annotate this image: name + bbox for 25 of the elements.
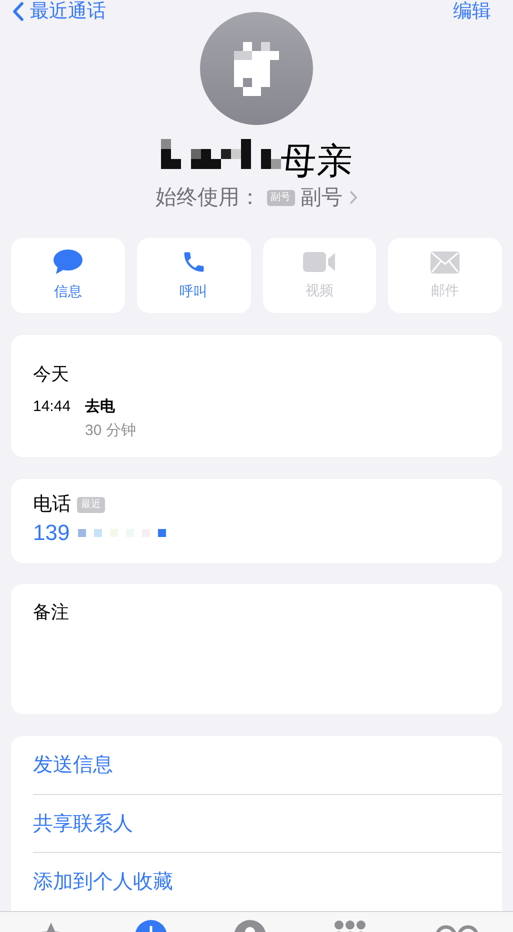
action-button[interactable]: 呼叫	[136, 238, 250, 313]
date-heading: 今天	[33, 365, 70, 383]
video-camera-icon	[302, 250, 336, 274]
back-button[interactable]: 最近通话	[12, 2, 106, 20]
line-badge: 副号	[266, 190, 294, 206]
chevron-right-icon	[348, 190, 358, 205]
call-type: 去电	[85, 399, 116, 414]
call-duration: 30 分钟	[85, 423, 136, 438]
default-line-label: 始终使用：	[156, 187, 260, 208]
edit-button[interactable]: 编辑	[453, 2, 501, 20]
speech-bubble-icon	[52, 249, 83, 275]
call-time: 14:44	[33, 399, 72, 417]
phone-label: 电话	[33, 495, 71, 514]
envelope-icon	[430, 250, 460, 274]
pixelated-image-drawing	[234, 42, 279, 96]
contact-name: 母亲	[280, 143, 352, 179]
action-button[interactable]: 信息	[11, 238, 125, 313]
default-line-button[interactable]: 副号	[300, 187, 358, 208]
option-link[interactable]: 发送信息	[33, 736, 502, 794]
phone-number-link[interactable]: 139	[33, 522, 70, 544]
chevron-left-icon	[12, 2, 24, 20]
notes-label: 备注	[33, 602, 69, 622]
recent-badge: 最近	[77, 496, 105, 512]
option-link[interactable]: 添加到个人收藏	[33, 852, 502, 910]
option-link[interactable]: 共享联系人	[33, 794, 502, 852]
